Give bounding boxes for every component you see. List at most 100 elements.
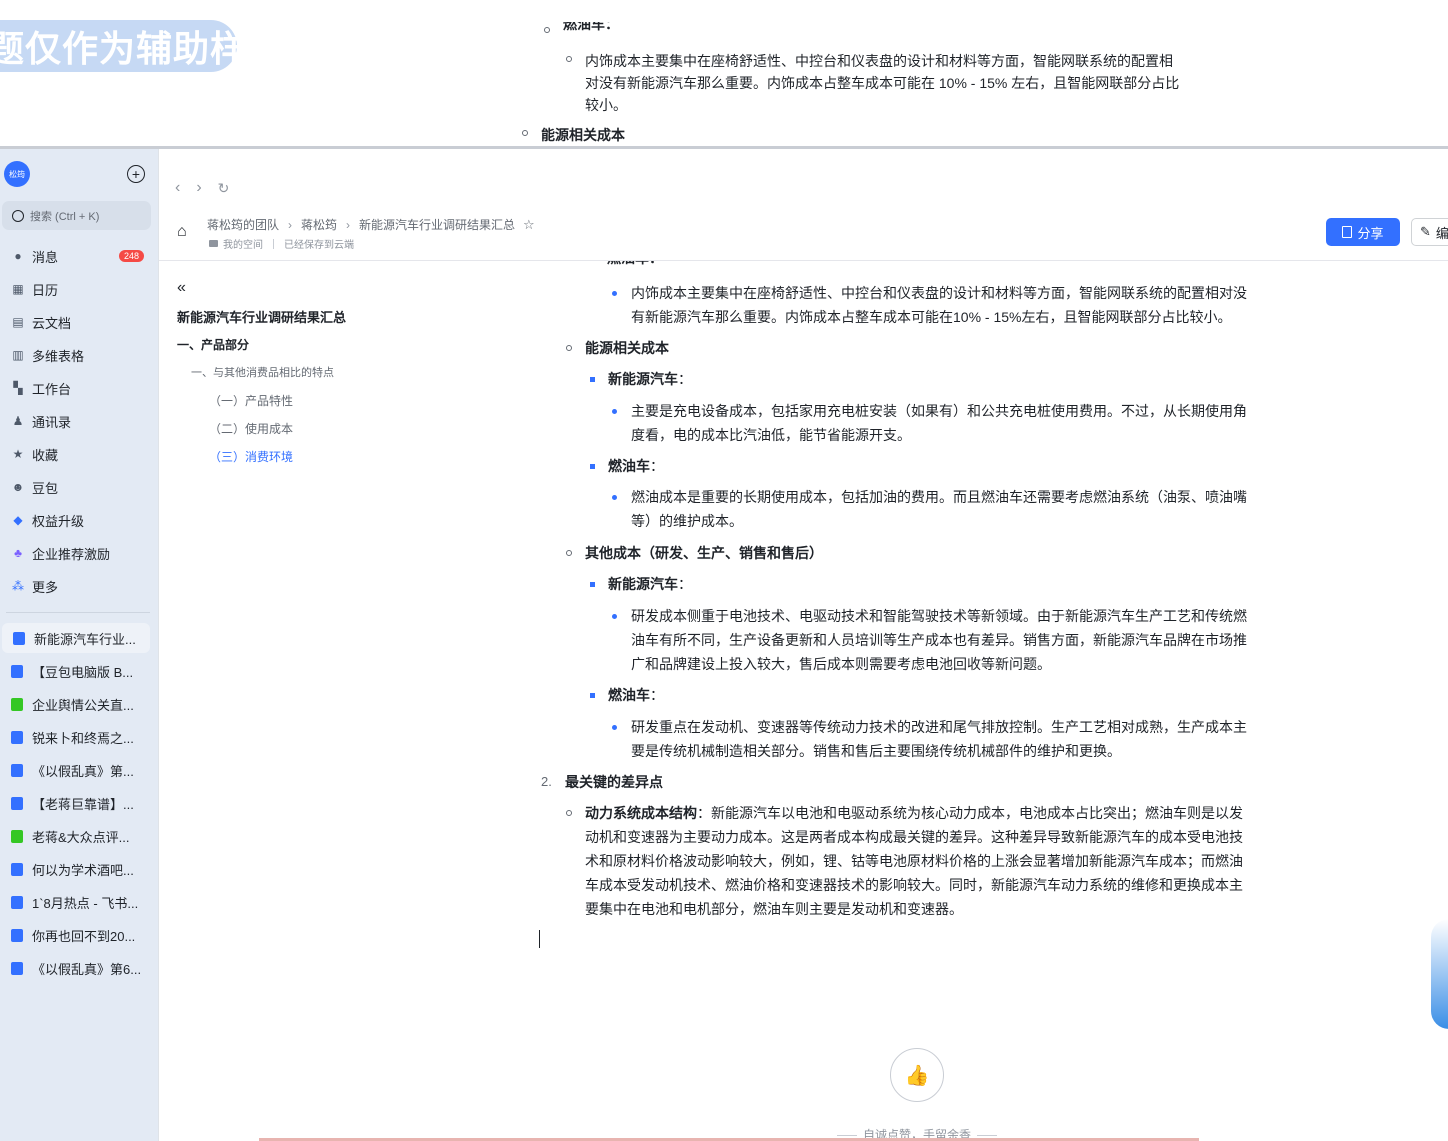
paragraph: 研发重点在发动机、变速器等传统动力技术的改进和尾气排放控制。生产工艺相对成熟，生… [631, 719, 1247, 759]
subsection-label: 新能源汽车： [608, 371, 692, 387]
thumbs-up-icon: 👍 [904, 1064, 930, 1087]
bg-paragraph: 内饰成本主要集中在座椅舒适性、中控台和仪表盘的设计和材料等方面，智能网联系统的配… [585, 53, 1180, 113]
outline-item[interactable]: 一、与其他消费品相比的特点 [191, 364, 334, 380]
bullet [612, 725, 617, 730]
section-title: 能源相关成本 [585, 340, 669, 356]
back-icon[interactable]: ‹ [175, 179, 180, 197]
like-button[interactable]: 👍 [890, 1048, 944, 1102]
outline-item-active[interactable]: （三）消费环境 [209, 448, 293, 465]
pencil-icon: ✎ [1420, 224, 1431, 239]
watermark-banner: 题仅作为辅助样例 [0, 20, 283, 72]
share-button[interactable]: 分享 [1326, 218, 1400, 246]
bullet [612, 495, 617, 500]
sidebar-item-workplace[interactable]: ▚ 工作台 [0, 373, 158, 403]
avatar[interactable]: 松筠 [4, 161, 30, 187]
save-status: 已经保存到云端 [284, 240, 354, 251]
bullet [612, 614, 617, 619]
breadcrumb-team[interactable]: 蒋松筠的团队 [207, 216, 279, 233]
doc-icon [13, 631, 25, 645]
space-label[interactable]: 我的空间 [223, 236, 263, 251]
doc-location: 我的空间 已经保存到云端 [209, 236, 354, 251]
outline-item[interactable]: （二）使用成本 [209, 420, 293, 437]
paragraph: 燃油成本是重要的长期使用成本，包括加油的费用。而且燃油车还需要考虑燃油系统（油泵… [631, 489, 1247, 529]
main-panel: ‹ › ↻ ⌂ 蒋松筠的团队 › 蒋松筠 › 新能源汽车行业调研结果汇总 ☆ 我… [158, 149, 1448, 1141]
sidebar: 松筠 + 搜索 (Ctrl + K) ● 消息 248 ▦ 日历 ▤ 云文档 ▥… [0, 149, 158, 1141]
sidebar-item-docs[interactable]: ▤ 云文档 [0, 307, 158, 337]
section-title: 最关键的差异点 [565, 774, 663, 790]
recent-doc-item[interactable]: 《以假乱真》第6... [0, 953, 158, 983]
subsection-label: 燃油车： [608, 687, 664, 703]
doc-icon [11, 730, 23, 744]
recent-doc-item[interactable]: 新能源汽车行业... [2, 623, 150, 653]
sidebar-item-messages[interactable]: ● 消息 248 [0, 241, 158, 271]
bg-bullet [544, 27, 550, 33]
outline-item[interactable]: 一、产品部分 [177, 336, 249, 353]
sidebar-item-referral[interactable]: ♣ 企业推荐激励 [0, 538, 158, 568]
create-button[interactable]: + [127, 165, 145, 183]
bullet [612, 291, 617, 296]
nav-toolbar: ‹ › ↻ [159, 173, 1448, 203]
recent-doc-item[interactable]: 你再也回不到20... [0, 920, 158, 950]
doc-icon [11, 928, 23, 942]
doc-title[interactable]: 新能源汽车行业调研结果汇总 [359, 216, 515, 233]
home-icon[interactable]: ⌂ [177, 223, 187, 241]
outline-item[interactable]: （一）产品特性 [209, 392, 293, 409]
search-icon [12, 209, 24, 222]
recent-doc-item[interactable]: 企业舆情公关直... [0, 689, 158, 719]
doc-icon [11, 796, 23, 810]
bg-bullet [566, 56, 572, 62]
bullet [566, 345, 572, 351]
doc-icon [11, 763, 23, 777]
doc-icon [11, 862, 23, 876]
recent-doc-item[interactable]: 何以为学术酒吧... [0, 854, 158, 884]
recent-doc-item[interactable]: 1`8月热点 - 飞书... [0, 887, 158, 917]
paragraph: 内饰成本主要集中在座椅舒适性、中控台和仪表盘的设计和材料等方面，智能网联系统的配… [631, 285, 1247, 325]
search-input[interactable]: 搜索 (Ctrl + K) [2, 201, 151, 230]
sidebar-item-favorites[interactable]: ★ 收藏 [0, 439, 158, 469]
more-icon: ⁂ [12, 579, 24, 593]
bullet [590, 582, 595, 587]
paragraph: 研发成本侧重于电池技术、电驱动技术和智能驾驶技术等新领域。由于新能源汽车生产工艺… [631, 608, 1247, 672]
forward-icon[interactable]: › [196, 179, 201, 197]
bullet [566, 810, 572, 816]
sidebar-item-more[interactable]: ⁂ 更多 [0, 571, 158, 601]
doc-icon [11, 961, 23, 975]
sidebar-item-calendar[interactable]: ▦ 日历 [0, 274, 158, 304]
recent-doc-item[interactable]: 《以假乱真》第... [0, 755, 158, 785]
share-doc-icon [1342, 226, 1353, 238]
breadcrumb-owner[interactable]: 蒋松筠 [301, 216, 337, 233]
doubao-icon: ☻ [11, 480, 25, 494]
floating-assistant-icon[interactable] [1431, 919, 1448, 1029]
section-title: 其他成本（研发、生产、销售和售后） [585, 545, 823, 561]
sidebar-item-base[interactable]: ▥ 多维表格 [0, 340, 158, 370]
subsection-label: 燃油车： [608, 458, 664, 474]
bullet [590, 464, 595, 469]
background-document: 题仅作为辅助样例 燃油车： 内饰成本主要集中在座椅舒适性、中控台和仪表盘的设计和… [0, 0, 1448, 147]
edit-button[interactable]: ✎ 编 [1411, 218, 1448, 246]
chat-icon: ● [14, 249, 22, 263]
collapse-outline-icon[interactable]: « [177, 279, 186, 297]
bg-bullet [522, 130, 528, 136]
recent-doc-item[interactable]: 【老蒋巨靠谱】... [0, 788, 158, 818]
grid-icon: ▚ [13, 381, 23, 395]
unread-badge: 248 [118, 250, 144, 262]
star-icon: ★ [12, 447, 24, 461]
sheet-icon [11, 697, 23, 711]
chevron-right-icon: › [346, 217, 351, 232]
sidebar-item-contacts[interactable]: ♟ 通讯录 [0, 406, 158, 436]
paragraph: 主要是充电设备成本，包括家用充电桩安装（如果有）和公共充电桩使用费用。不过，从长… [631, 403, 1247, 443]
bg-heading: 燃油车： [563, 22, 619, 32]
sheet-icon [11, 829, 23, 843]
paragraph: 动力系统成本结构：新能源汽车以电池和电驱动系统为核心动力成本，电池成本占比突出；… [585, 805, 1243, 917]
chevron-right-icon: › [288, 217, 293, 232]
recent-doc-item[interactable]: 老蒋&大众点评... [0, 821, 158, 851]
watermark-text: 题仅作为辅助样例 [0, 28, 285, 70]
sidebar-item-upgrade[interactable]: ◆ 权益升级 [0, 505, 158, 535]
sidebar-item-doubao[interactable]: ☻ 豆包 [0, 472, 158, 502]
cut-heading: 燃油车： [607, 261, 727, 269]
outline-title[interactable]: 新能源汽车行业调研结果汇总 [177, 307, 346, 326]
star-icon[interactable]: ☆ [523, 217, 535, 233]
recent-doc-item[interactable]: 【豆包电脑版 B... [0, 656, 158, 686]
recent-doc-item[interactable]: 锐来卜和终焉之... [0, 722, 158, 752]
refresh-icon[interactable]: ↻ [218, 180, 230, 197]
